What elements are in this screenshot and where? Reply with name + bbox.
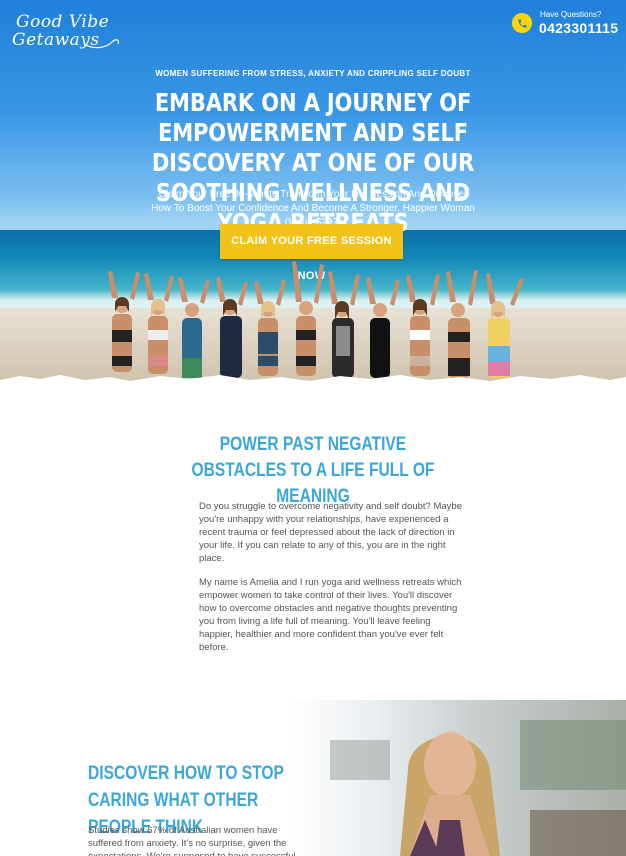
header-contact[interactable]: Have Questions? 0423301115	[512, 10, 618, 40]
hero-section: Good Vibe Getaways Have Questions? 04233…	[0, 0, 626, 382]
phone-number[interactable]: 0423301115	[539, 20, 618, 36]
hero-eyebrow: WOMEN SUFFERING FROM STRESS, ANXIETY AND…	[155, 69, 471, 78]
logo[interactable]: Good Vibe Getaways	[12, 12, 122, 52]
torn-edge	[0, 375, 626, 382]
logo-swoosh-icon	[83, 39, 120, 49]
obstacles-paragraph-2: My name is Amelia and I run yoga and wel…	[199, 577, 462, 653]
obstacles-paragraph-1: Do you struggle to overcome negativity a…	[199, 501, 462, 564]
logo-line1: Good Vibe	[16, 12, 110, 32]
obstacles-heading: POWER PAST NEGATIVE OBSTACLES TO A LIFE …	[191, 434, 435, 507]
amelia-photo	[290, 700, 626, 856]
contact-label: Have Questions?	[540, 10, 602, 19]
phone-icon[interactable]	[512, 13, 532, 33]
group-photo	[108, 261, 524, 378]
amelia-portrait	[330, 720, 626, 856]
claim-session-button[interactable]: CLAIM YOUR FREE SESSION NOW	[220, 224, 403, 282]
caring-paragraph: Studies show 67% of Australian women hav…	[88, 825, 296, 856]
